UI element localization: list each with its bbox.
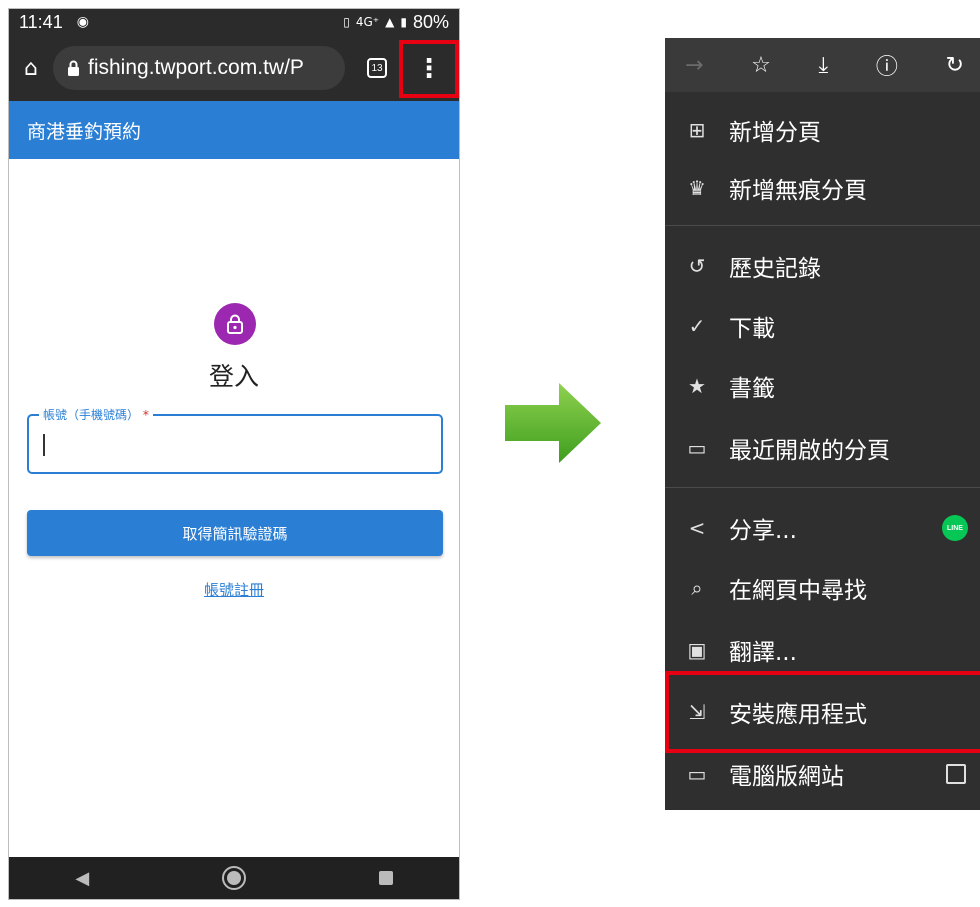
translate-icon: ▣ — [687, 638, 707, 662]
register-account-link[interactable]: 帳號註冊 — [9, 579, 459, 600]
menu-item-label: 電腦版網站 — [729, 764, 844, 790]
menu-item-label: 翻譯... — [729, 640, 797, 666]
desktop-site-checkbox[interactable] — [946, 764, 966, 784]
menu-item-label: 新增分頁 — [729, 120, 821, 146]
menu-item-label: 最近開啟的分頁 — [729, 438, 890, 464]
arrow-right-icon — [505, 383, 601, 463]
menu-item-find-in-page[interactable]: ⌕ 在網頁中尋找 — [665, 560, 980, 616]
lock-icon — [68, 60, 79, 76]
desktop-icon: ▭ — [687, 762, 707, 786]
menu-item-new-incognito-tab[interactable]: ♛ 新增無痕分頁 — [665, 160, 980, 216]
devices-icon: ▭ — [687, 436, 707, 460]
lock-outline-icon — [227, 314, 243, 334]
menu-item-desktop-site[interactable]: ▭ 電腦版網站 — [665, 746, 980, 802]
download-icon[interactable]: ⤓ — [818, 53, 828, 78]
menu-item-share[interactable]: < 分享... LINE — [665, 500, 980, 556]
share-icon: < — [688, 516, 706, 540]
nav-recents-icon[interactable] — [378, 871, 393, 885]
url-text: fishing.twport.com.tw/P — [88, 56, 304, 79]
menu-item-downloads[interactable]: ✓ 下載 — [665, 298, 980, 354]
info-icon[interactable]: ⓘ — [876, 49, 898, 81]
login-title: 登入 — [208, 362, 259, 391]
menu-item-label: 歷史記錄 — [729, 256, 821, 282]
menu-item-translate[interactable]: ▣ 翻譯... — [665, 622, 980, 678]
network-type: 4G⁺ — [355, 15, 380, 29]
app-title: 商港垂釣預約 — [27, 120, 142, 143]
vibrate-icon: ▯ — [343, 15, 350, 29]
account-label: 帳號（手機號碼） * — [39, 406, 153, 423]
browser-menu-button[interactable]: ⋮ — [399, 40, 459, 98]
account-label-text: 帳號（手機號碼） — [43, 408, 140, 422]
menu-divider — [665, 225, 980, 226]
address-bar[interactable]: fishing.twport.com.tw/P — [53, 46, 345, 90]
battery-level: 80% — [412, 11, 449, 32]
text-caret — [43, 434, 45, 456]
status-time: 11:41 — [19, 11, 63, 32]
plus-box-icon: ⊞ — [688, 118, 706, 142]
lock-avatar — [214, 303, 256, 345]
menu-item-label: 書籤 — [729, 376, 775, 402]
menu-item-history[interactable]: ↺ 歷史記錄 — [665, 238, 980, 294]
menu-item-new-tab[interactable]: ⊞ 新增分頁 — [665, 102, 980, 158]
menu-toolbar: → ☆ ⤓ ⓘ ↻ — [665, 38, 980, 92]
battery-icon: ▮ — [400, 15, 407, 29]
star-icon: ★ — [688, 374, 706, 398]
browser-toolbar: ⌂ fishing.twport.com.tw/P 13 ⋮ — [9, 35, 459, 101]
menu-item-label: 下載 — [729, 316, 775, 342]
signal-icon: ▲ — [385, 15, 395, 29]
browser-overflow-menu: → ☆ ⤓ ⓘ ↻ ⊞ 新增分頁 ♛ 新增無痕分頁 ↺ 歷史記錄 ✓ 下載 ★ … — [665, 38, 980, 810]
phone-screen: 11:41 ◉ ▯ 4G⁺ ▲ ▮ 80% ⌂ fishing.twport.c… — [8, 8, 460, 900]
menu-item-bookmarks[interactable]: ★ 書籤 — [665, 358, 980, 414]
account-input[interactable]: 帳號（手機號碼） * — [27, 406, 443, 474]
get-sms-code-button[interactable]: 取得簡訊驗證碼 — [27, 510, 443, 556]
menu-item-recent-tabs[interactable]: ▭ 最近開啟的分頁 — [665, 420, 980, 476]
menu-divider — [665, 487, 980, 488]
tab-switcher-button[interactable]: 13 — [367, 58, 387, 78]
chrome-notification-icon: ◉ — [76, 14, 89, 30]
forward-icon[interactable]: → — [685, 53, 703, 78]
find-in-page-icon: ⌕ — [691, 576, 703, 600]
history-icon: ↺ — [688, 254, 706, 278]
install-app-highlight — [665, 671, 980, 753]
line-app-icon[interactable]: LINE — [942, 515, 968, 541]
refresh-icon[interactable]: ↻ — [946, 53, 964, 78]
status-bar: 11:41 ◉ ▯ 4G⁺ ▲ ▮ 80% — [9, 9, 459, 35]
more-vert-icon: ⋮ — [416, 54, 442, 84]
status-indicators: ▯ 4G⁺ ▲ ▮ 80% — [343, 12, 449, 33]
home-icon[interactable]: ⌂ — [9, 56, 53, 81]
bookmark-star-icon[interactable]: ☆ — [751, 53, 771, 78]
android-nav-bar: ◀ — [9, 857, 459, 899]
required-mark: * — [142, 408, 149, 422]
incognito-icon: ♛ — [688, 176, 706, 200]
menu-item-label: 分享... — [729, 518, 797, 544]
menu-item-label: 在網頁中尋找 — [729, 578, 867, 604]
app-header: 商港垂釣預約 — [9, 101, 459, 159]
nav-home-icon[interactable] — [221, 866, 246, 890]
download-done-icon: ✓ — [688, 314, 706, 338]
nav-back-icon[interactable]: ◀ — [75, 868, 89, 889]
menu-item-label: 新增無痕分頁 — [729, 178, 867, 204]
